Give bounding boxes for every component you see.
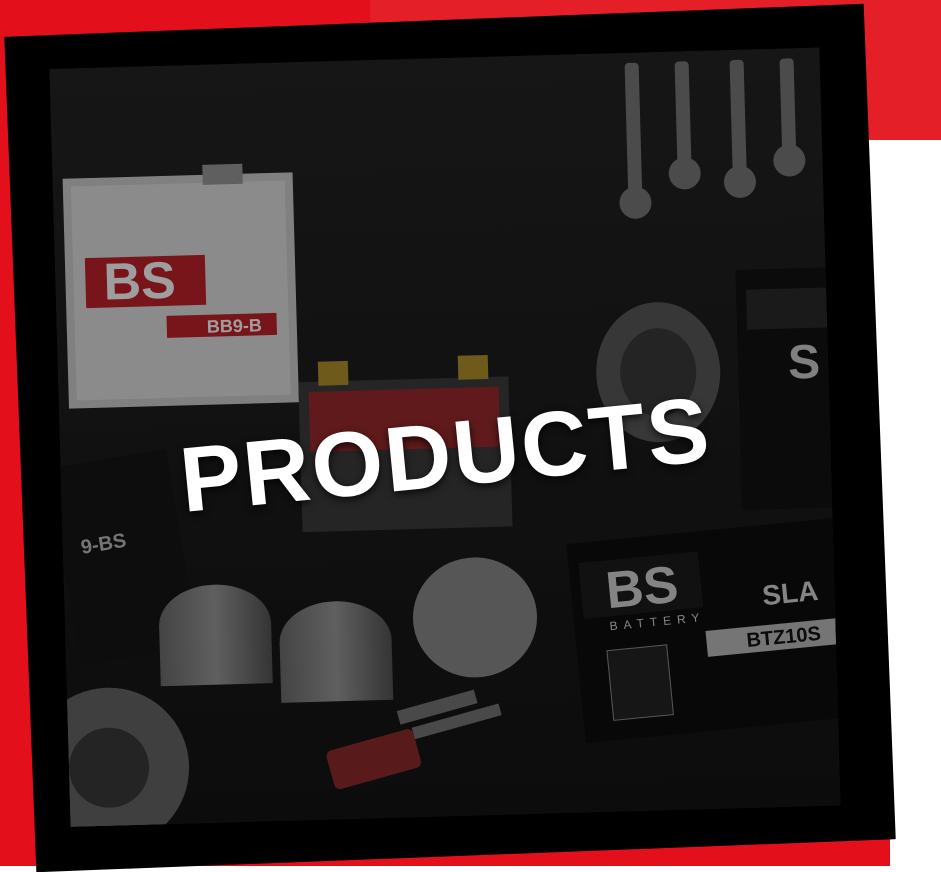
products-card[interactable]: BS BB9-B S 9-BS BS BATTERY SLA BTZ10S PR… — [4, 3, 896, 872]
products-photo: BS BB9-B S 9-BS BS BATTERY SLA BTZ10S PR… — [49, 47, 841, 827]
